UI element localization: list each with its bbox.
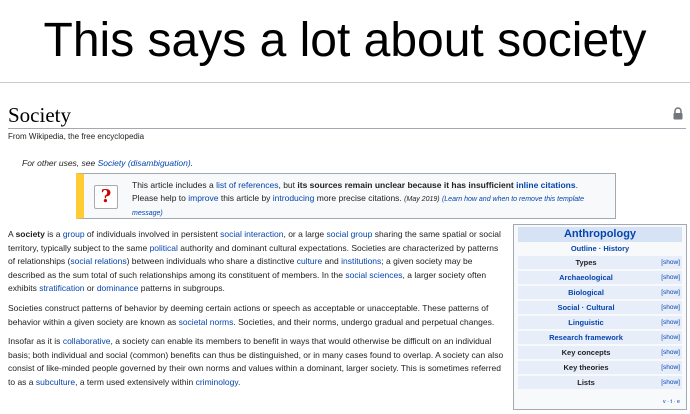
notice-text-part: .	[575, 180, 578, 190]
notice-text-part: this article by	[218, 193, 273, 203]
notice-text-part: This article includes a	[132, 180, 217, 190]
improve-link[interactable]: improve	[188, 193, 218, 203]
body-text-run: patterns in subgroups.	[138, 283, 225, 294]
question-mark-icon: ?	[94, 185, 118, 209]
article-link[interactable]: political	[150, 243, 178, 253]
sidebar-row: Biological [show]	[518, 285, 682, 299]
body-text-run: or	[84, 283, 97, 294]
sidebar-row-label[interactable]: Research framework	[518, 331, 654, 345]
notice-date: (May 2019)	[404, 196, 440, 203]
article-link[interactable]: group	[63, 229, 85, 239]
article-link[interactable]: societal norms	[179, 317, 234, 327]
list-of-references-link[interactable]: list of references	[216, 180, 278, 190]
paragraph-3: Insofar as it is collaborative, a societ…	[8, 335, 504, 389]
show-toggle[interactable]: [show]	[661, 331, 680, 345]
page-title: Society	[8, 103, 71, 127]
hatnote: For other uses, see Society (disambiguat…	[22, 158, 193, 168]
sidebar-row-label[interactable]: Biological	[518, 286, 654, 300]
sidebar-row: Lists [show]	[518, 375, 682, 389]
disambiguation-link[interactable]: Society (disambiguation)	[98, 158, 191, 168]
wikipedia-article: Society From Wikipedia, the free encyclo…	[0, 82, 690, 414]
sidebar-row-label: Types	[575, 258, 597, 267]
sidebar-links[interactable]: Outline · History	[514, 244, 686, 253]
show-toggle[interactable]: [show]	[661, 271, 680, 285]
notice-bold-text: its sources remain unclear because it ha…	[297, 180, 517, 190]
sidebar-title[interactable]: Anthropology	[518, 227, 682, 242]
show-toggle[interactable]: [show]	[661, 361, 680, 375]
body-text-run: is a	[44, 229, 63, 239]
meme-caption: This says a lot about society	[0, 0, 690, 82]
show-toggle[interactable]: [show]	[661, 316, 680, 330]
show-toggle[interactable]: [show]	[661, 286, 680, 300]
body-text-run: ) between individuals who share a distin…	[126, 256, 297, 267]
body-text-run: . Societies, and their norms, undergo gr…	[233, 316, 495, 327]
body-text-run: , or a large	[283, 229, 327, 239]
show-toggle[interactable]: [show]	[661, 376, 680, 390]
body-text-run: , a term used extensively within	[75, 376, 196, 387]
sidebar-row: Social · Cultural [show]	[518, 300, 682, 314]
body-text-run: Insofar as it is	[8, 336, 63, 347]
sidebar-row: Linguistic [show]	[518, 315, 682, 329]
sidebar-row-label: Lists	[577, 378, 595, 387]
hatnote-prefix: For other uses, see	[22, 158, 98, 168]
title-divider	[8, 128, 686, 129]
article-link[interactable]: subculture	[36, 377, 75, 387]
inline-citations-link[interactable]: inline citations	[516, 180, 576, 190]
vte-links[interactable]: v · t · e	[663, 399, 680, 405]
lock-icon[interactable]	[672, 107, 684, 120]
article-link[interactable]: social sciences	[345, 270, 402, 280]
notice-text-part: , but	[278, 180, 298, 190]
bold-term: society	[15, 229, 45, 239]
citation-notice: ? This article includes a list of refere…	[76, 173, 616, 219]
notice-text-part: Please help to	[132, 193, 189, 203]
body-text-run: A	[8, 229, 16, 239]
tagline: From Wikipedia, the free encyclopedia	[8, 132, 145, 141]
sidebar-row-label[interactable]: Linguistic	[518, 316, 654, 330]
body-text-run: and	[322, 256, 342, 267]
sidebar-row-label: Key theories	[563, 363, 609, 372]
sidebar-row-label: Key concepts	[561, 348, 611, 357]
notice-text: This article includes a list of referenc…	[132, 179, 614, 220]
article-link[interactable]: social relations	[70, 256, 126, 266]
introducing-link[interactable]: introducing	[273, 193, 315, 203]
sidebar-row-label[interactable]: Social · Cultural	[518, 301, 654, 315]
paragraph-1: A society is a group of individuals invo…	[8, 228, 504, 296]
show-toggle[interactable]: [show]	[661, 346, 680, 360]
sidebar-row: Archaeological [show]	[518, 270, 682, 284]
paragraph-2: Societies construct patterns of behavior…	[8, 302, 504, 329]
sidebar-row-label[interactable]: Archaeological	[518, 271, 654, 285]
hatnote-suffix: .	[190, 158, 194, 168]
sidebar-row: Key theories [show]	[518, 360, 682, 374]
show-toggle[interactable]: [show]	[661, 301, 680, 315]
article-link[interactable]: dominance	[97, 283, 139, 293]
article-link[interactable]: social group	[326, 229, 372, 239]
sidebar-row: Research framework [show]	[518, 330, 682, 344]
show-toggle[interactable]: [show]	[661, 256, 680, 270]
article-link[interactable]: stratification	[39, 283, 84, 293]
body-text-run: of individuals involved in persistent	[84, 229, 221, 239]
sidebar-row: Key concepts [show]	[518, 345, 682, 359]
article-link[interactable]: institutions	[341, 256, 381, 266]
article-link[interactable]: social interaction	[220, 229, 283, 239]
article-link[interactable]: collaborative	[63, 336, 111, 346]
article-link[interactable]: culture	[297, 256, 323, 266]
anthropology-sidebar: Anthropology Outline · History Types [sho…	[513, 224, 687, 410]
body-text-run: .	[237, 376, 241, 387]
notice-text-part: more precise citations.	[314, 193, 402, 203]
article-body: A society is a group of individuals invo…	[8, 228, 504, 396]
article-link[interactable]: criminology	[196, 377, 238, 387]
sidebar-row: Types [show]	[518, 255, 682, 269]
